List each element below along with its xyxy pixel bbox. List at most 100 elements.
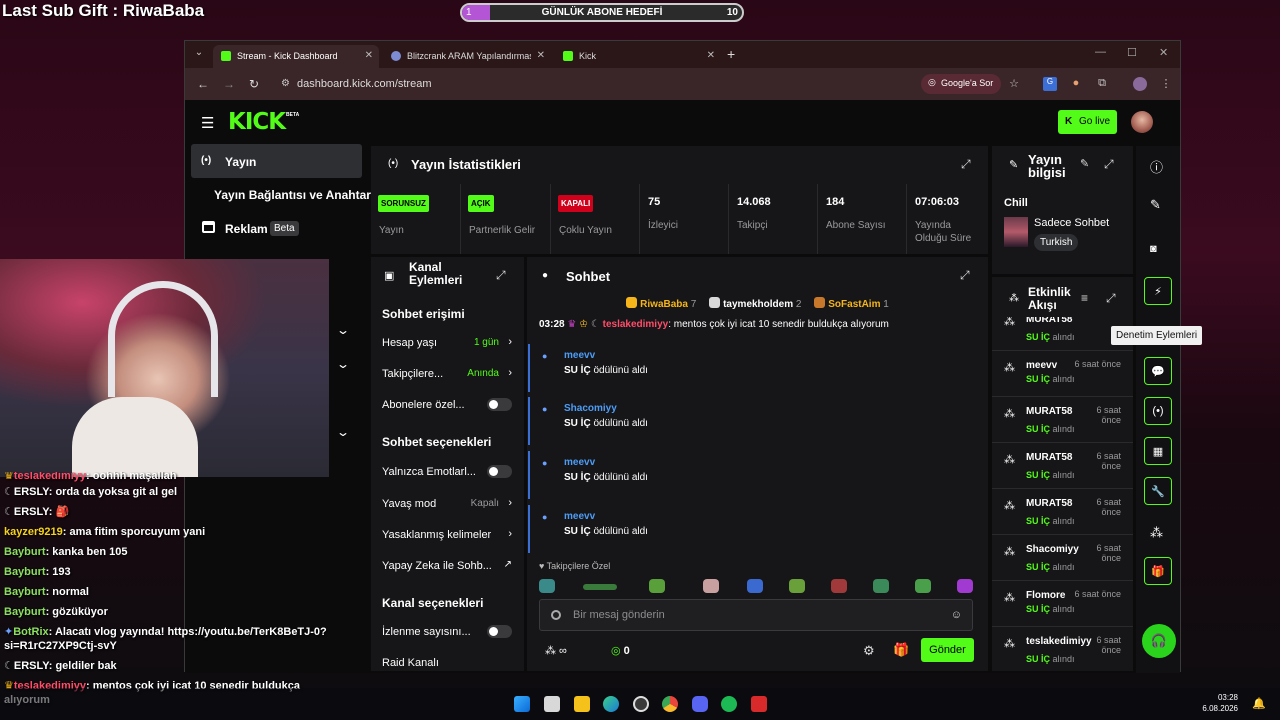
redeem-user[interactable]: meevv	[564, 511, 976, 522]
activity-user[interactable]: MURAT58	[1026, 452, 1072, 463]
windows-start-icon[interactable]	[514, 696, 530, 712]
notification-bell-icon[interactable]: 🔔	[1252, 697, 1266, 710]
app-icon[interactable]	[751, 696, 767, 712]
redeem-user[interactable]: meevv	[564, 350, 976, 361]
forward-icon[interactable]: →	[223, 77, 235, 91]
chat-message-input[interactable]: Bir mesaj gönderin ☺	[539, 599, 973, 631]
chrome-icon[interactable]	[662, 696, 678, 712]
edge-icon[interactable]	[603, 696, 619, 712]
file-explorer-icon[interactable]	[574, 696, 590, 712]
activity-user[interactable]: MURAT58	[1026, 317, 1072, 325]
emote-icon[interactable]	[703, 579, 719, 593]
popout-icon[interactable]: ⤢	[961, 157, 971, 172]
activity-user[interactable]: MURAT58	[1026, 406, 1072, 417]
boost-icon[interactable]: ⚡	[1144, 277, 1172, 305]
option-ai-chat[interactable]: Yapay Zeka ile Sohb... ↗	[382, 559, 512, 572]
broadcast-icon[interactable]: (•)	[1144, 397, 1172, 425]
extension-icon[interactable]: ●	[1069, 77, 1083, 91]
new-tab-button[interactable]: +	[727, 46, 735, 62]
menu-dots-icon[interactable]: ⋮	[1159, 77, 1173, 91]
redeem-user[interactable]: Shacomiyy	[564, 403, 976, 414]
option-followers-only[interactable]: Takipçilere... Anında ›	[382, 367, 512, 380]
activity-user[interactable]: meevv	[1026, 360, 1057, 371]
wrench-icon[interactable]: 🔧	[1144, 477, 1172, 505]
popout-icon[interactable]: ⤢	[1106, 291, 1116, 306]
profile-avatar-icon[interactable]	[1133, 77, 1147, 91]
option-slow-mode[interactable]: Yavaş mod Kapalı ›	[382, 497, 512, 510]
popout-icon[interactable]: ⤢	[960, 268, 970, 283]
emote-icon[interactable]	[747, 579, 763, 593]
top-gifter[interactable]: SoFastAim 1	[814, 297, 889, 310]
discord-icon[interactable]	[692, 696, 708, 712]
maximize-icon[interactable]: ☐	[1127, 46, 1137, 59]
tab-blitzcrank[interactable]: Blitzcrank ARAM Yapılandırması (2... ✕	[383, 45, 551, 68]
site-info-icon[interactable]: ⚙	[281, 78, 290, 89]
edit-icon[interactable]: ✎	[1150, 197, 1161, 213]
edit-icon[interactable]: ✎	[1080, 157, 1089, 170]
url-field[interactable]: ⚙ dashboard.kick.com/stream	[279, 74, 919, 94]
emote-only-toggle[interactable]	[487, 465, 512, 478]
close-icon[interactable]: ✕	[365, 50, 373, 61]
chat-settings-icon[interactable]: ⚙	[863, 643, 875, 659]
extensions-puzzle-icon[interactable]: ⧉	[1095, 77, 1109, 91]
option-account-age[interactable]: Hesap yaşı 1 gün ›	[382, 336, 512, 349]
popout-icon[interactable]: ⤢	[496, 268, 506, 283]
tab-kick[interactable]: Kick ✕	[555, 45, 721, 68]
gift-icon[interactable]: 🎁	[893, 642, 909, 658]
chat-icon[interactable]: 💬	[1144, 357, 1172, 385]
go-live-button[interactable]: K Go live	[1058, 110, 1117, 134]
kick-logo[interactable]: KICK	[228, 109, 286, 135]
spotify-icon[interactable]	[721, 696, 737, 712]
reload-icon[interactable]: ↻	[249, 77, 259, 91]
subscribers-only-toggle[interactable]	[487, 398, 512, 411]
option-banned-words[interactable]: Yasaklanmış kelimeler ›	[382, 528, 512, 541]
minimize-icon[interactable]: —	[1095, 46, 1106, 58]
user-avatar[interactable]	[1131, 111, 1153, 133]
record-icon[interactable]: ◙	[1150, 243, 1157, 255]
activity-user[interactable]: MURAT58	[1026, 498, 1072, 509]
filter-icon[interactable]: ≡	[1081, 291, 1088, 305]
activity-user[interactable]: Shacomiyy	[1026, 544, 1079, 555]
tab-kick-dashboard[interactable]: Stream - Kick Dashboard ✕	[213, 45, 379, 68]
redeem-user[interactable]: meevv	[564, 457, 976, 468]
emote-icon[interactable]	[649, 579, 665, 593]
emote-icon[interactable]	[957, 579, 973, 593]
view-count-toggle[interactable]	[487, 625, 512, 638]
obs-icon[interactable]	[633, 696, 649, 712]
top-gifter[interactable]: taymekholdem 2	[709, 297, 801, 310]
group-icon[interactable]: ⁂	[1150, 525, 1163, 541]
google-ask-button[interactable]: ◎ Google'a Sor	[921, 74, 1002, 94]
gift-icon[interactable]: 🎁	[1144, 557, 1172, 585]
emote-icon[interactable]	[539, 579, 555, 593]
emoji-icon[interactable]: ☺	[951, 609, 962, 621]
info-icon[interactable]: ⓘ	[1150, 157, 1163, 176]
translate-extension-icon[interactable]: G	[1043, 77, 1057, 91]
message-user[interactable]: teslakedimiyy	[603, 319, 669, 330]
activity-user[interactable]: Flomore	[1026, 590, 1065, 601]
task-view-icon[interactable]	[544, 696, 560, 712]
top-gifter[interactable]: RiwaBaba 7	[626, 297, 696, 310]
nav-item-stream-key[interactable]: Yayın Bağlantısı ve Anahtarı	[214, 188, 374, 202]
emote-icon[interactable]	[831, 579, 847, 593]
chevron-down-icon[interactable]: ⌄	[336, 357, 350, 371]
taskbar-clock[interactable]: 03:28 6.08.2026	[1202, 692, 1238, 714]
layout-icon[interactable]: ▦	[1144, 437, 1172, 465]
support-headset-icon[interactable]: 🎧	[1142, 624, 1176, 658]
emote-icon[interactable]	[583, 584, 617, 590]
close-window-icon[interactable]: ✕	[1159, 46, 1168, 59]
tab-search-icon[interactable]: ⌄	[191, 47, 207, 63]
send-button[interactable]: Gönder	[921, 638, 974, 662]
chevron-down-icon[interactable]: ⌄	[336, 323, 350, 337]
emote-icon[interactable]	[915, 579, 931, 593]
emote-icon[interactable]	[873, 579, 889, 593]
nav-item-ads[interactable]: Reklam	[225, 222, 268, 236]
activity-user[interactable]: teslakedimiyy	[1026, 636, 1092, 647]
hamburger-menu-icon[interactable]: ☰	[201, 114, 214, 132]
chat-users-icon[interactable]: ⁂ ∞	[545, 644, 567, 657]
bookmark-star-icon[interactable]: ☆	[1007, 77, 1021, 91]
back-icon[interactable]: ←	[197, 77, 209, 91]
close-icon[interactable]: ✕	[537, 50, 545, 61]
nav-item-stream[interactable]: (•) Yayın	[191, 144, 362, 178]
close-icon[interactable]: ✕	[707, 50, 715, 61]
popout-icon[interactable]: ⤢	[1104, 157, 1114, 172]
